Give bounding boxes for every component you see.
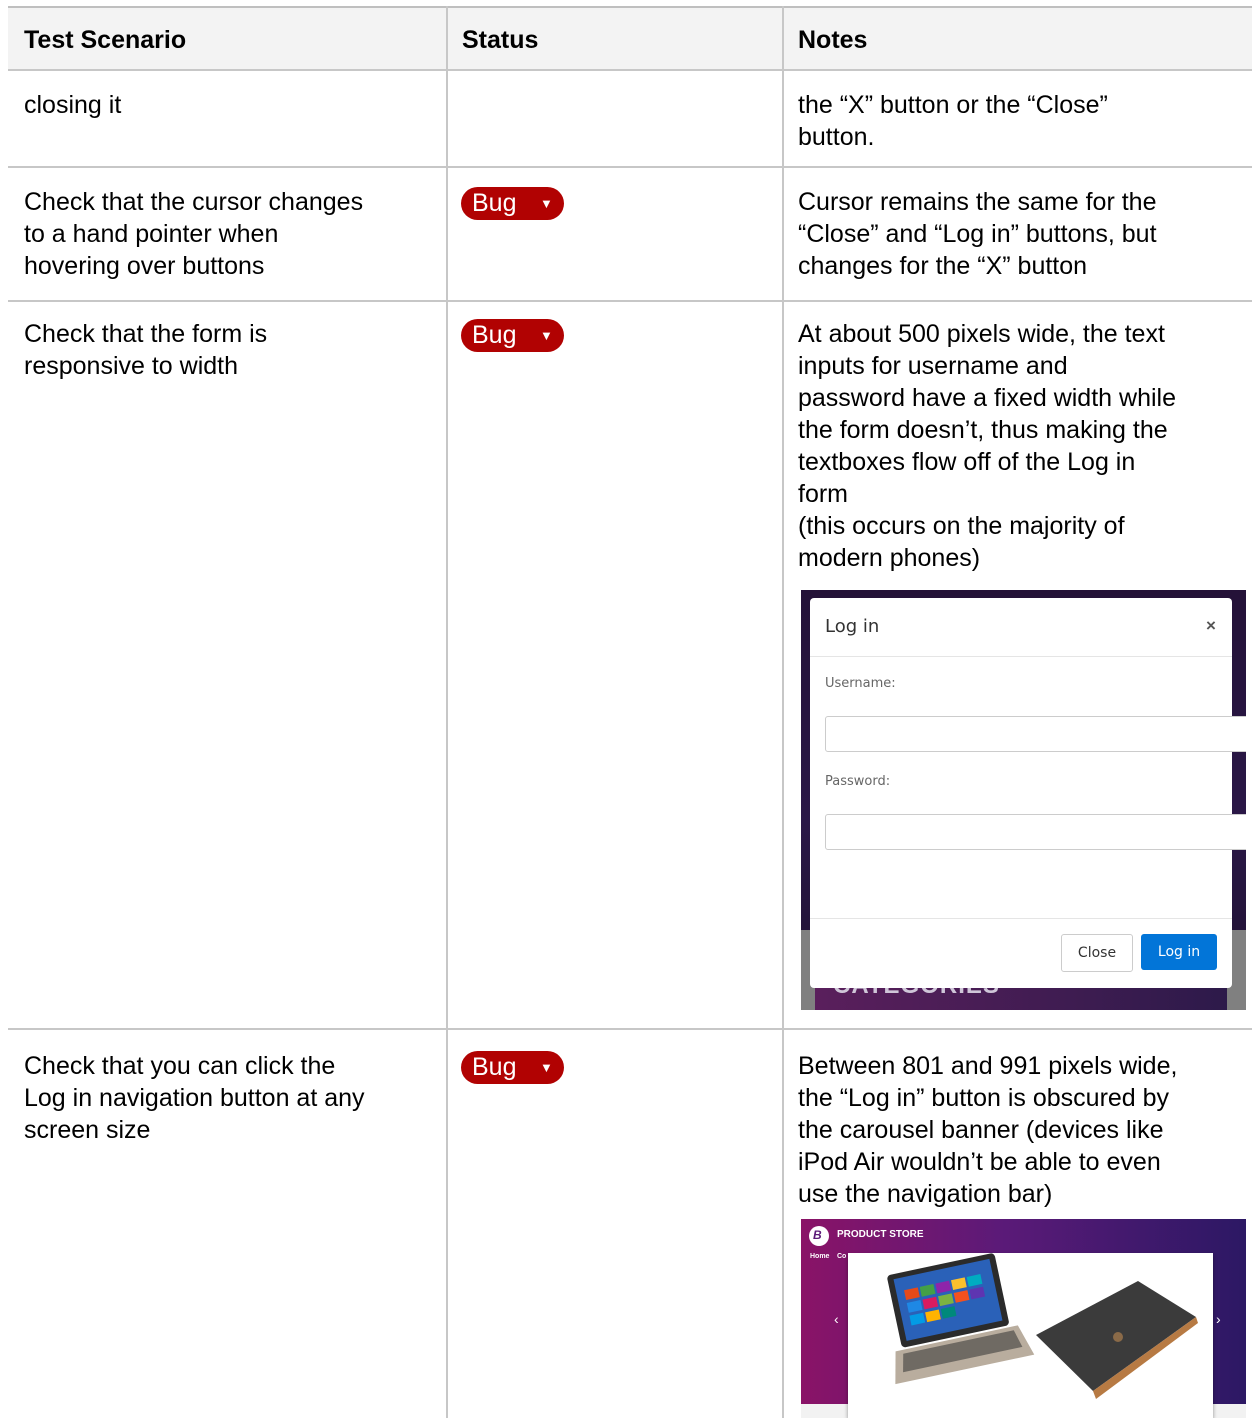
caret-down-icon: ▼ — [540, 196, 553, 211]
notes-line: inputs for username and — [798, 352, 1068, 380]
status-chip-label: Bug — [472, 189, 517, 217]
notes-line: the “Log in” button is obscured by — [798, 1084, 1170, 1112]
header-status: Status — [462, 26, 539, 54]
scenario-line: responsive to width — [24, 352, 239, 380]
table-top-border — [8, 6, 1252, 8]
scenario-line: Check that the form is — [24, 320, 268, 348]
notes-line: the carousel banner (devices like — [798, 1116, 1164, 1144]
header-notes: Notes — [798, 26, 868, 54]
status-chip[interactable]: Bug ▼ — [461, 319, 564, 352]
test-results-table: Test Scenario Status Notes closing it th… — [8, 6, 1252, 1418]
laptop-open-image — [887, 1253, 1035, 1385]
username-label: Username: — [825, 676, 896, 691]
store-logo-letter: B — [813, 1228, 822, 1242]
scenario-line: to a hand pointer when — [24, 220, 279, 248]
notes-line: modern phones) — [798, 544, 981, 572]
product-store-screenshot: B PRODUCT STORE Home Co ‹ › — [801, 1219, 1246, 1418]
notes-cell: At about 500 pixels wide, the text input… — [798, 318, 1176, 574]
close-button: Close — [1061, 934, 1133, 972]
login-modal-title: Log in — [825, 616, 880, 637]
notes-line: “Close” and “Log in” buttons, but — [798, 220, 1157, 248]
store-nav-home: Home — [810, 1253, 830, 1260]
laptop-closed-image — [1036, 1281, 1198, 1399]
store-logo-icon: B — [809, 1226, 829, 1246]
carousel-prev-icon: ‹ — [834, 1311, 839, 1327]
scenario-cell: Check that the cursor changes to a hand … — [24, 186, 363, 282]
laptops-image — [887, 1253, 1198, 1399]
notes-line: form — [798, 480, 848, 508]
login-button: Log in — [1141, 934, 1217, 970]
caret-down-icon: ▼ — [540, 328, 553, 343]
status-chip[interactable]: Bug ▼ — [461, 1051, 564, 1084]
notes-line: use the navigation bar) — [798, 1180, 1053, 1208]
carousel-banner — [848, 1253, 1213, 1418]
scenario-line: Check that you can click the — [24, 1052, 336, 1080]
store-title: PRODUCT STORE — [837, 1229, 924, 1240]
scenario-line: screen size — [24, 1116, 151, 1144]
status-chip[interactable]: Bug ▼ — [461, 187, 564, 220]
login-modal-footer-divider — [810, 918, 1232, 919]
notes-line: changes for the “X” button — [798, 252, 1088, 280]
notes-cell: Between 801 and 991 pixels wide, the “Lo… — [798, 1050, 1177, 1210]
store-nav-contact-partial: Co — [837, 1253, 847, 1260]
notes-line: the form doesn’t, thus making the — [798, 416, 1168, 444]
notes-cell: the “X” button or the “Close” button. — [798, 89, 1108, 153]
notes-line: button. — [798, 123, 875, 151]
status-chip-label: Bug — [472, 321, 517, 349]
notes-line: password have a fixed width while — [798, 384, 1176, 412]
notes-line: iPod Air wouldn’t be able to even — [798, 1148, 1161, 1176]
scenario-cell: Check that the form is responsive to wid… — [24, 318, 267, 382]
notes-line: the “X” button or the “Close” — [798, 91, 1108, 119]
row-divider — [8, 166, 1252, 168]
row-divider — [8, 69, 1252, 71]
notes-line: Cursor remains the same for the — [798, 188, 1157, 216]
caret-down-icon: ▼ — [540, 1060, 553, 1075]
scenario-cell: Check that you can click the Log in navi… — [24, 1050, 365, 1146]
scenario-cell: closing it — [24, 89, 121, 121]
row-divider — [8, 1028, 1252, 1030]
column-divider — [782, 6, 784, 1418]
carousel-next-icon: › — [1216, 1311, 1221, 1327]
login-modal-header: Log in × — [810, 598, 1232, 657]
notes-cell: Cursor remains the same for the “Close” … — [798, 186, 1157, 282]
login-modal-screenshot: CATEGORIES Log in × Username: Password: … — [801, 590, 1246, 1010]
notes-line: textboxes flow off of the Log in — [798, 448, 1136, 476]
status-chip-label: Bug — [472, 1053, 517, 1081]
notes-line: Between 801 and 991 pixels wide, — [798, 1052, 1178, 1080]
column-divider — [446, 6, 448, 1418]
scenario-line: closing it — [24, 91, 122, 119]
header-test-scenario: Test Scenario — [24, 26, 187, 54]
password-field — [825, 814, 1246, 850]
scenario-line: hovering over buttons — [24, 252, 265, 280]
notes-line: At about 500 pixels wide, the text — [798, 320, 1165, 348]
row-divider — [8, 300, 1252, 302]
username-field — [825, 716, 1246, 752]
login-modal: Log in × Username: Password: Close Log i… — [810, 598, 1246, 988]
scenario-line: Check that the cursor changes — [24, 188, 364, 216]
close-icon: × — [1206, 616, 1216, 635]
password-label: Password: — [825, 774, 891, 789]
notes-line: (this occurs on the majority of — [798, 512, 1125, 540]
scenario-line: Log in navigation button at any — [24, 1084, 365, 1112]
